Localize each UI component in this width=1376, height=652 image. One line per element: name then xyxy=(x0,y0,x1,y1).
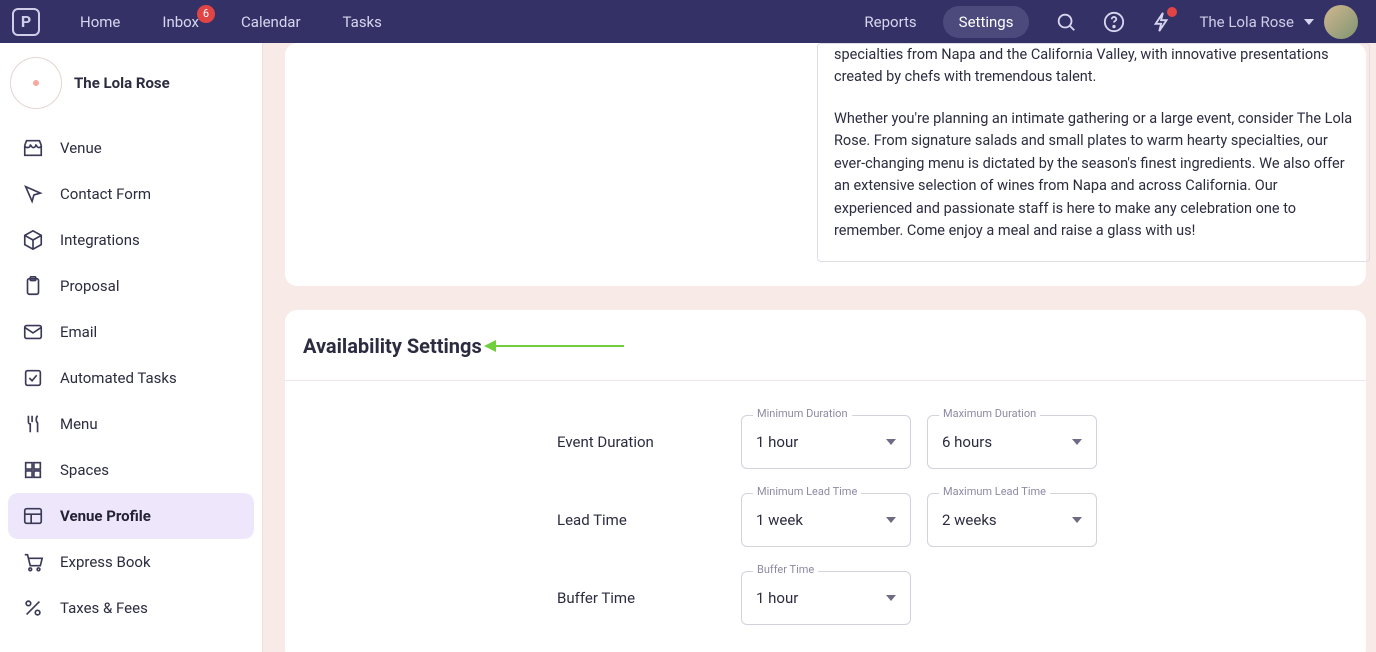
sidebar-label: Automated Tasks xyxy=(60,369,177,387)
max-duration-select[interactable]: 6 hours xyxy=(927,415,1097,469)
buffer-time-label: Buffer Time xyxy=(557,589,741,607)
search-icon[interactable] xyxy=(1055,11,1077,33)
sidebar-label: Taxes & Fees xyxy=(60,599,148,617)
max-duration-float-label: Maximum Duration xyxy=(939,407,1040,420)
row-event-duration: Event Duration Minimum Duration 1 hour M… xyxy=(285,403,1366,481)
max-duration-value: 6 hours xyxy=(942,433,992,451)
nav-settings[interactable]: Settings xyxy=(943,6,1030,38)
cursor-icon xyxy=(22,183,44,205)
min-duration-value: 1 hour xyxy=(756,433,798,451)
sidebar-label: Menu xyxy=(60,415,98,433)
min-lead-value: 1 week xyxy=(756,511,803,529)
user-menu[interactable]: The Lola Rose xyxy=(1199,5,1358,39)
description-textarea[interactable]: specialties from Napa and the California… xyxy=(817,43,1370,262)
sidebar-label: Proposal xyxy=(60,277,119,295)
sidebar-item-taxes-fees[interactable]: Taxes & Fees xyxy=(8,585,254,631)
topbar: P Home Inbox 6 Calendar Tasks Reports Se… xyxy=(0,0,1376,43)
nav-home[interactable]: Home xyxy=(80,13,120,31)
buffer-float-label: Buffer Time xyxy=(753,563,818,576)
notification-dot xyxy=(1167,7,1177,17)
brand-name: The Lola Rose xyxy=(74,74,170,92)
chevron-down-icon xyxy=(1072,439,1082,445)
chevron-down-icon xyxy=(1072,517,1082,523)
nav-reports[interactable]: Reports xyxy=(864,13,916,31)
check-square-icon xyxy=(22,367,44,389)
layout-icon xyxy=(22,505,44,527)
sidebar-label: Email xyxy=(60,323,97,341)
buffer-value: 1 hour xyxy=(756,589,798,607)
sidebar: The Lola Rose Venue Contact Form Integra… xyxy=(0,43,263,652)
min-duration-select[interactable]: 1 hour xyxy=(741,415,911,469)
sidebar-label: Express Book xyxy=(60,553,151,571)
sidebar-item-email[interactable]: Email xyxy=(8,309,254,355)
primary-nav: Home Inbox 6 Calendar Tasks xyxy=(80,13,382,31)
brand-logo xyxy=(10,57,62,109)
buffer-select[interactable]: 1 hour xyxy=(741,571,911,625)
sidebar-item-contact-form[interactable]: Contact Form xyxy=(8,171,254,217)
sidebar-label: Contact Form xyxy=(60,185,151,203)
nav-tasks[interactable]: Tasks xyxy=(343,13,382,31)
percent-icon xyxy=(22,597,44,619)
availability-title: Availability Settings xyxy=(303,334,482,358)
help-icon[interactable] xyxy=(1103,11,1125,33)
package-icon xyxy=(22,229,44,251)
row-lead-time: Lead Time Minimum Lead Time 1 week Maxim… xyxy=(285,481,1366,559)
grid-icon xyxy=(22,459,44,481)
max-lead-value: 2 weeks xyxy=(942,511,997,529)
sidebar-item-menu[interactable]: Menu xyxy=(8,401,254,447)
storefront-icon xyxy=(22,137,44,159)
min-lead-select[interactable]: 1 week xyxy=(741,493,911,547)
sidebar-label: Venue Profile xyxy=(60,507,151,525)
sidebar-item-venue-profile[interactable]: Venue Profile xyxy=(8,493,254,539)
max-lead-select[interactable]: 2 weeks xyxy=(927,493,1097,547)
mail-icon xyxy=(22,321,44,343)
sidebar-item-spaces[interactable]: Spaces xyxy=(8,447,254,493)
topbar-right: Reports Settings The Lola Rose xyxy=(864,5,1358,39)
chevron-down-icon xyxy=(886,595,896,601)
sidebar-label: Venue xyxy=(60,139,102,157)
chevron-down-icon xyxy=(886,439,896,445)
description-p2: Whether you're planning an intimate gath… xyxy=(834,108,1353,243)
sidebar-item-proposal[interactable]: Proposal xyxy=(8,263,254,309)
sidebar-item-integrations[interactable]: Integrations xyxy=(8,217,254,263)
row-buffer-time: Buffer Time Buffer Time 1 hour xyxy=(285,559,1366,637)
min-lead-float-label: Minimum Lead Time xyxy=(753,485,861,498)
description-card: specialties from Napa and the California… xyxy=(285,43,1366,286)
bolt-icon[interactable] xyxy=(1151,11,1173,33)
availability-card: Availability Settings Event Duration Min… xyxy=(285,310,1366,652)
sidebar-item-venue[interactable]: Venue xyxy=(8,125,254,171)
nav-inbox-label: Inbox xyxy=(162,13,199,31)
event-duration-label: Event Duration xyxy=(557,433,741,451)
nav-calendar[interactable]: Calendar xyxy=(241,13,301,31)
inbox-badge: 6 xyxy=(197,5,215,23)
main-content: specialties from Napa and the California… xyxy=(263,43,1376,652)
app-logo[interactable]: P xyxy=(12,8,40,36)
sidebar-brand[interactable]: The Lola Rose xyxy=(8,57,254,125)
avatar xyxy=(1324,5,1358,39)
nav-inbox[interactable]: Inbox 6 xyxy=(162,13,199,31)
cart-icon xyxy=(22,551,44,573)
utensils-icon xyxy=(22,413,44,435)
sidebar-label: Spaces xyxy=(60,461,109,479)
chevron-down-icon xyxy=(1304,19,1314,25)
sidebar-label: Integrations xyxy=(60,231,140,249)
sidebar-item-automated-tasks[interactable]: Automated Tasks xyxy=(8,355,254,401)
clipboard-icon xyxy=(22,275,44,297)
sidebar-item-express-book[interactable]: Express Book xyxy=(8,539,254,585)
min-duration-float-label: Minimum Duration xyxy=(753,407,852,420)
chevron-down-icon xyxy=(886,517,896,523)
user-name: The Lola Rose xyxy=(1199,13,1294,31)
description-p1: specialties from Napa and the California… xyxy=(834,44,1353,89)
max-lead-float-label: Maximum Lead Time xyxy=(939,485,1050,498)
arrow-annotation xyxy=(494,345,624,347)
lead-time-label: Lead Time xyxy=(557,511,741,529)
